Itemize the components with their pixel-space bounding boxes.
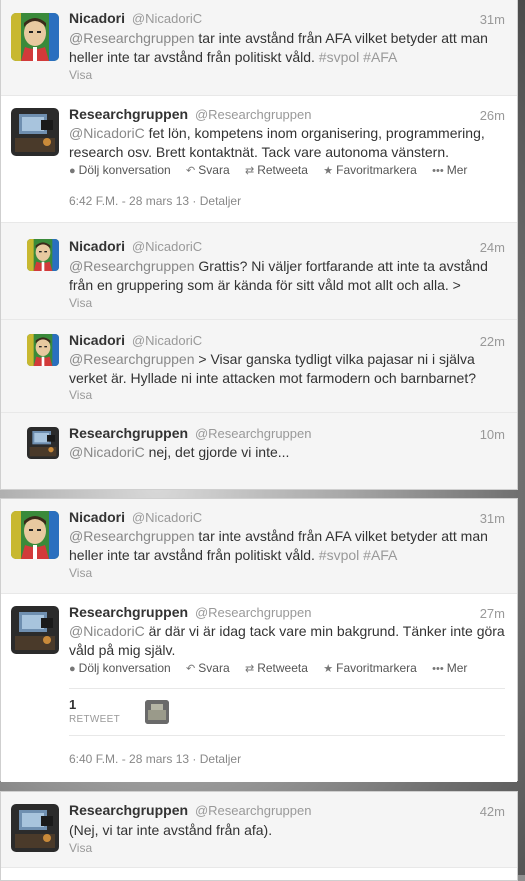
retweeter-avatar[interactable] [145, 700, 169, 724]
tweet-text: @NicadoriC är där vi är idag tack vare m… [69, 623, 505, 658]
star-icon: ★ [323, 663, 334, 675]
user-handle[interactable]: @NicadoriC [132, 333, 202, 348]
star-icon: ★ [323, 165, 334, 177]
avatar[interactable] [11, 511, 59, 559]
avatar[interactable] [11, 804, 59, 852]
tweet-time[interactable]: 22m [480, 334, 505, 349]
conversation-panel-2: Nicadori @NicadoriC 31m @Researchgruppen… [0, 498, 518, 782]
user-name[interactable]: Researchgruppen [69, 604, 188, 620]
user-handle[interactable]: @Researchgruppen [195, 107, 312, 122]
avatar[interactable] [11, 108, 59, 156]
avatar[interactable] [27, 427, 59, 459]
retweet-icon: ⇄ [244, 165, 255, 177]
show-link[interactable]: Visa [69, 296, 92, 310]
avatar[interactable] [11, 606, 59, 654]
tweet-text: @NicadoriC fet lön, kompetens inom organ… [69, 125, 485, 160]
user-name[interactable]: Researchgruppen [69, 802, 188, 818]
tweet-item[interactable]: Researchgruppen @Researchgruppen 26m @Ni… [1, 96, 517, 223]
mention-link[interactable]: @NicadoriC [69, 444, 145, 460]
tweet-timestamp[interactable]: 6:40 F.M. - 28 mars 13 [69, 752, 189, 766]
reply-button[interactable]: ↶ Svara [186, 661, 230, 675]
reply-arrow-icon: ↶ [186, 165, 196, 177]
speech-bubble-icon: ● [69, 663, 76, 675]
details-link[interactable]: Detaljer [200, 194, 241, 208]
tweet-text: @Researchgruppen Grattis? Ni väljer fort… [69, 258, 488, 293]
favorite-button[interactable]: ★ Favoritmarkera [323, 163, 417, 177]
tweet-time[interactable]: 10m [480, 427, 505, 442]
hide-conversation-button[interactable]: ● Dölj konversation [69, 163, 171, 177]
tweet-item[interactable]: Nicadori @NicadoriC 31m @Researchgruppen… [1, 499, 517, 594]
retweet-button[interactable]: ⇄ Retweeta [245, 661, 308, 675]
user-handle[interactable]: @NicadoriC [132, 11, 202, 26]
mention-link[interactable]: @NicadoriC [69, 125, 145, 141]
mention-link[interactable]: @NicadoriC [69, 623, 145, 639]
tweet-text: @Researchgruppen > Visar ganska tydligt … [69, 351, 476, 386]
avatar[interactable] [11, 13, 59, 61]
mention-link[interactable]: @Researchgruppen [69, 351, 195, 367]
mention-link[interactable]: @Researchgruppen [69, 30, 195, 46]
show-link[interactable]: Visa [69, 841, 92, 855]
user-handle[interactable]: @Researchgruppen [195, 426, 312, 441]
favorite-button[interactable]: ★ Favoritmarkera [323, 661, 417, 675]
speech-bubble-icon: ● [69, 165, 76, 177]
tweet-time[interactable]: 31m [480, 511, 505, 526]
tweet-timestamp-row: 6:42 F.M. - 28 mars 13 · Detaljer [69, 194, 242, 208]
tweet-text: @NicadoriC nej, det gjorde vi inte... [69, 444, 290, 460]
tweet-item[interactable]: Nicadori @NicadoriC 31m @Researchgruppen… [1, 0, 517, 96]
user-handle[interactable]: @NicadoriC [132, 239, 202, 254]
tweet-text: @Researchgruppen tar inte avstånd från A… [69, 30, 488, 65]
show-link[interactable]: Visa [69, 388, 92, 402]
tweet-timestamp[interactable]: 6:42 F.M. - 28 mars 13 [69, 194, 189, 208]
tweet-text: (Nej, vi tar inte avstånd från afa). [69, 822, 273, 838]
user-name[interactable]: Researchgruppen [69, 425, 188, 441]
tweet-item[interactable]: Researchgruppen @Researchgruppen 27m @Ni… [1, 594, 517, 782]
tweet-actions: ● Dölj konversation ↶ Svara ⇄ Retweeta ★ Fav… [69, 661, 479, 675]
tweet-text: @Researchgruppen tar inte avstånd från A… [69, 528, 488, 563]
tweet-item[interactable]: Nicadori @NicadoriC 24m @Researchgruppen… [1, 223, 517, 320]
user-handle[interactable]: @Researchgruppen [195, 803, 312, 818]
show-link[interactable]: Visa [69, 68, 92, 82]
retweet-label[interactable]: RETWEET [69, 714, 120, 725]
avatar[interactable] [27, 334, 59, 366]
tweet-item[interactable]: Researchgruppen @Researchgruppen 10m @Ni… [1, 413, 517, 489]
tweet-time[interactable]: 24m [480, 240, 505, 255]
divider [69, 735, 505, 736]
hide-conversation-button[interactable]: ● Dölj konversation [69, 661, 171, 675]
tweet-time[interactable]: 42m [480, 804, 505, 819]
user-handle[interactable]: @Researchgruppen [195, 605, 312, 620]
tweet-time[interactable]: 31m [480, 12, 505, 27]
more-button[interactable]: ••• Mer [432, 661, 467, 675]
user-name[interactable]: Nicadori [69, 238, 125, 254]
retweet-icon: ⇄ [244, 663, 255, 675]
hashtag-link[interactable]: #svpol #AFA [319, 49, 398, 65]
tweet-time[interactable]: 27m [480, 606, 505, 621]
tweet-actions: ● Dölj konversation ↶ Svara ⇄ Retweeta ★ Fav… [69, 163, 479, 177]
user-name[interactable]: Nicadori [69, 509, 125, 525]
retweet-count[interactable]: 1 [69, 697, 76, 712]
ellipsis-icon: ••• [432, 165, 444, 177]
user-name[interactable]: Researchgruppen [69, 106, 188, 122]
conversation-panel-3: Researchgruppen @Researchgruppen 42m (Ne… [0, 791, 518, 881]
details-link[interactable]: Detaljer [200, 752, 241, 766]
tweet-time[interactable]: 26m [480, 108, 505, 123]
avatar[interactable] [27, 239, 59, 271]
user-name[interactable]: Nicadori [69, 332, 125, 348]
tweet-item[interactable]: Nicadori @NicadoriC 22m @Researchgruppen… [1, 320, 517, 413]
reply-button[interactable]: ↶ Svara [186, 163, 230, 177]
user-name[interactable]: Nicadori [69, 10, 125, 26]
reply-arrow-icon: ↶ [186, 663, 196, 675]
tweet-timestamp-row: 6:40 F.M. - 28 mars 13 · Detaljer [69, 752, 242, 766]
ellipsis-icon: ••• [432, 663, 444, 675]
show-link[interactable]: Visa [69, 566, 92, 580]
mention-link[interactable]: @Researchgruppen [69, 528, 195, 544]
mention-link[interactable]: @Researchgruppen [69, 258, 195, 274]
divider [69, 688, 505, 689]
user-handle[interactable]: @NicadoriC [132, 510, 202, 525]
retweet-button[interactable]: ⇄ Retweeta [245, 163, 308, 177]
conversation-panel-1: Nicadori @NicadoriC 31m @Researchgruppen… [0, 0, 518, 490]
tweet-item[interactable]: Researchgruppen @Researchgruppen 42m (Ne… [1, 792, 517, 868]
hashtag-link[interactable]: #svpol #AFA [319, 547, 398, 563]
more-button[interactable]: ••• Mer [432, 163, 467, 177]
